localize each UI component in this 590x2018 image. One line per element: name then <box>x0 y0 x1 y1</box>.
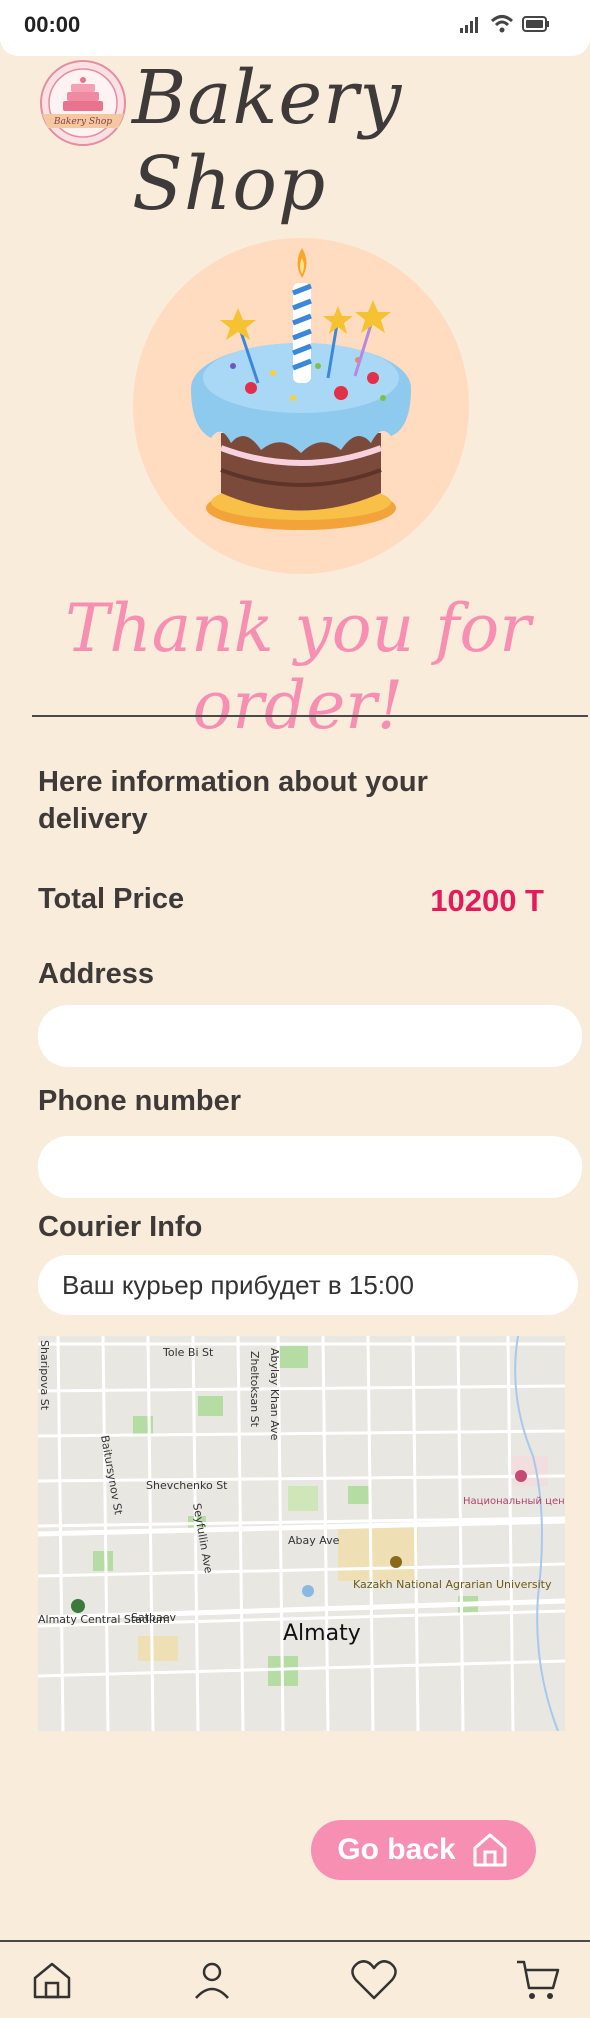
go-back-label: Go back <box>337 1833 456 1866</box>
battery-icon <box>522 16 549 32</box>
delivery-map[interactable]: Tole Bi St Zheltoksan St Abylay Khan Ave… <box>38 1336 565 1731</box>
map-place-label: Almaty Central Stadium <box>38 1613 170 1626</box>
nav-home[interactable] <box>24 1952 80 2008</box>
phone-number-field[interactable] <box>38 1136 582 1198</box>
signal-icon <box>460 17 478 33</box>
delivery-info-title: Here information about your delivery <box>38 766 428 835</box>
map-street-label: Abylay Khan Ave <box>268 1348 281 1441</box>
go-back-button[interactable]: Go back <box>311 1820 536 1880</box>
phone-number-label: Phone number <box>38 1085 242 1117</box>
nav-profile[interactable] <box>184 1952 240 2008</box>
map-city-label: Almaty <box>283 1621 361 1646</box>
section-divider <box>32 715 588 717</box>
address-label: Address <box>38 958 155 990</box>
total-price-label: Total Price <box>38 883 185 915</box>
home-icon <box>473 1833 507 1867</box>
system-icons <box>460 14 550 34</box>
cart-icon <box>517 1960 560 1999</box>
nav-cart[interactable] <box>510 1952 566 2008</box>
status-time: 00:00 <box>24 12 81 37</box>
home-icon <box>33 1962 71 1999</box>
courier-info-field: Ваш курьер прибудет в 15:00 <box>38 1255 578 1315</box>
bakery-logo-badge: Bakery Shop <box>40 60 126 146</box>
map-street-label: Zheltoksan St <box>248 1351 261 1428</box>
map-street-label: Sharipova St <box>38 1340 51 1411</box>
map-street-label: Abay Ave <box>288 1534 340 1547</box>
status-bar: 00:00 <box>0 0 590 56</box>
profile-icon <box>195 1962 229 1999</box>
total-price-value: 10200 T <box>430 883 544 918</box>
wifi-icon <box>490 15 514 33</box>
bottom-nav <box>0 1942 590 2018</box>
map-street-label: Shevchenko St <box>146 1479 228 1492</box>
app-title: Bakery Shop <box>132 55 403 227</box>
favorites-icon <box>351 1960 397 2000</box>
thank-you-message: Thank you for order! <box>65 590 531 744</box>
map-street-label: Tole Bi St <box>162 1346 214 1359</box>
address-field[interactable] <box>38 1005 582 1067</box>
badge-text: Bakery Shop <box>53 117 112 127</box>
order-confirmation-screen: 00:00 Bakery Shop Bakery Shop Thank you … <box>0 0 590 2018</box>
cake-illustration <box>133 238 469 574</box>
map-place-label: Kazakh National Agrarian University <box>353 1578 552 1591</box>
nav-favorites[interactable] <box>346 1952 402 2008</box>
courier-info-label: Courier Info <box>38 1211 203 1243</box>
map-place-label: Национальный центр проблем туберкулеза <box>463 1496 565 1507</box>
